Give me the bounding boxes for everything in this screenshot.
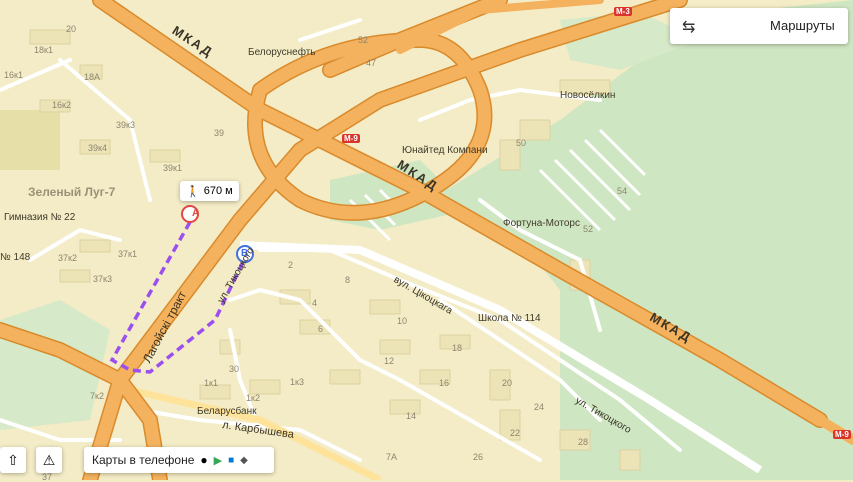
map-canvas[interactable] [0,0,853,480]
poi-school-114[interactable]: Школа № 114 [478,313,541,324]
house-number: 54 [617,186,628,196]
house-number: 24 [534,402,545,412]
house-number: 37к3 [93,274,112,284]
windows-icon: ■ [228,454,235,466]
routes-button[interactable]: ⇆ Маршруты [670,8,848,44]
house-number: 39 [214,128,225,138]
house-number: 39к3 [116,120,135,130]
poi-fortuna[interactable]: Фортуна-Моторс [503,218,580,229]
house-number: 20 [502,378,513,388]
house-number: 16к1 [4,70,23,80]
house-number: 16к2 [52,100,71,110]
house-number: 28 [578,437,589,447]
house-number: 20 [66,24,77,34]
house-number: 50 [516,138,527,148]
house-number: 14 [406,411,417,421]
house-number: 18к1 [34,45,53,55]
house-number: 39к1 [163,163,182,173]
house-number: 1к3 [290,377,304,387]
poi-school-148[interactable]: № 148 [0,252,30,263]
apple-icon: ● [200,453,208,467]
m9-shield-1: М-9 [342,134,360,143]
house-number: 12 [384,356,395,366]
house-number: 52 [358,35,369,45]
house-number: 2 [288,260,294,270]
house-number: 47 [366,58,377,68]
share-button[interactable]: ⇧ [0,447,26,473]
report-button[interactable]: ⚠ [36,447,62,473]
park-area-w [0,110,60,170]
share-icon: ⇧ [7,451,19,468]
mobile-apps-label: Карты в телефоне [92,453,195,467]
house-number: 16 [439,378,450,388]
poi-belorusneft[interactable]: Белоруснефть [248,47,316,58]
route-icon: ⇆ [682,19,696,36]
house-number: 10 [397,316,408,326]
m3-shield: М-3 [614,7,632,16]
house-number: 18 [452,343,463,353]
house-number: 52 [583,224,594,234]
walk-distance-badge[interactable]: 🚶 670 м [180,181,239,201]
district-label: Зеленый Луг-7 [28,185,116,199]
house-number: 1к1 [204,378,218,388]
pedestrian-icon: 🚶 [186,185,200,198]
walk-distance: 670 м [203,185,233,197]
house-number: 7А [386,452,398,462]
warning-icon: ⚠ [42,451,56,468]
house-number: 4 [312,298,318,308]
house-number: 22 [510,428,521,438]
house-number: 8 [345,275,351,285]
poi-novoselkin[interactable]: Новосёлкин [560,90,615,101]
poi-gymnasium-22[interactable]: Гимназия № 22 [4,212,75,223]
huawei-icon: ◆ [240,454,248,466]
house-number: 6 [318,324,324,334]
marker-a-label[interactable]: A [192,208,199,219]
house-number: 39к4 [88,143,107,153]
house-number: 26 [473,452,484,462]
house-number: 18А [84,72,101,82]
poi-united[interactable]: Юнайтед Компани [402,145,488,156]
house-number: 37к1 [118,249,137,259]
google-play-icon: ▶ [213,454,223,467]
house-number: 7к2 [90,391,104,401]
house-number: 37 [42,472,53,482]
house-number: 1к2 [246,393,260,403]
m9-shield-2: М-9 [833,430,851,439]
house-number: 37к2 [58,253,77,263]
mobile-apps-banner[interactable]: Карты в телефоне ● ▶ ■ ◆ [84,447,274,473]
house-number: 30 [229,364,240,374]
routes-button-label: Маршруты [770,18,835,33]
poi-belarusbank[interactable]: Беларусбанк [197,406,256,417]
